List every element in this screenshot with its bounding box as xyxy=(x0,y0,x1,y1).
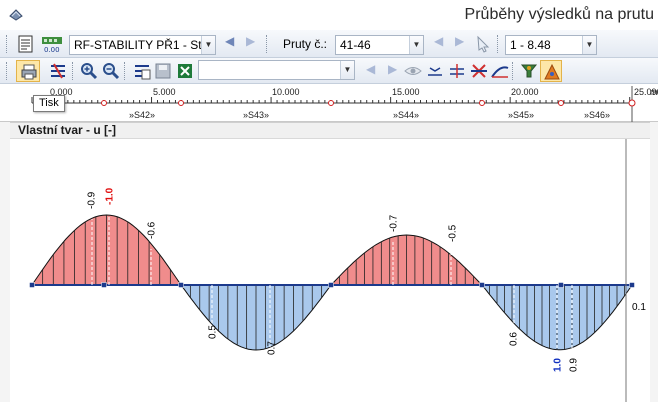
value-label: -0.6 xyxy=(147,221,158,239)
member-ruler[interactable]: 0.0005.00010.00015.00020.00025.096m»S42»… xyxy=(0,84,658,122)
toolbar-grip[interactable] xyxy=(266,35,269,53)
results-icon xyxy=(544,63,560,80)
eye-icon[interactable] xyxy=(404,62,422,80)
printer-icon xyxy=(21,64,37,80)
member-label: »S46» xyxy=(584,110,610,120)
ruler-unit-label: m xyxy=(650,87,658,97)
toolbar-grip[interactable] xyxy=(72,62,75,80)
ruler-tick-label: 15.000 xyxy=(392,87,420,97)
node-square xyxy=(328,282,334,288)
value-label: -1.0 xyxy=(105,187,116,205)
member-label: »S43» xyxy=(243,110,269,120)
toolbar-grip[interactable] xyxy=(497,35,500,53)
toolbar-grip[interactable] xyxy=(6,35,9,53)
print-button[interactable] xyxy=(16,60,40,82)
mode-shape-graphic: -0.9 -1.0 -0.6 0.5 0.7 -0.7 -0.5 0.6 1.0 0.9 xyxy=(29,139,635,402)
svg-text:0.00: 0.00 xyxy=(44,46,60,53)
toolbar-grip[interactable] xyxy=(124,62,127,80)
ruler-tick-label: 20.000 xyxy=(511,87,539,97)
toolbar-display: ▼ ◀ ▶ xyxy=(0,58,658,84)
node-marker xyxy=(479,100,485,106)
zoom-in-icon[interactable] xyxy=(80,62,98,80)
value-label: 1.0 xyxy=(553,358,564,372)
node-square xyxy=(101,282,107,288)
display-options-combo[interactable]: ▼ xyxy=(198,60,355,80)
value-label: -0.5 xyxy=(448,224,459,242)
ruler-tick-label: 10.000 xyxy=(272,87,300,97)
value-label: -0.9 xyxy=(87,191,98,209)
members-label: Pruty č.: xyxy=(283,37,328,51)
toolbar-grip[interactable] xyxy=(6,62,9,80)
value-label: 0.7 xyxy=(267,341,278,355)
chevron-down-icon[interactable]: ▼ xyxy=(340,61,354,79)
ruler-graphic: 0.0005.00010.00015.00020.00025.096m»S42»… xyxy=(31,86,658,122)
location-combo[interactable]: 1 - 8.48 ▼ xyxy=(505,35,597,55)
end-value-label: 0.1 xyxy=(632,302,646,313)
load-case-value: RF-STABILITY PŘ1 - Stabili xyxy=(74,38,216,52)
member-label: »S45» xyxy=(508,110,534,120)
title-bar: Průběhy výsledků na prutu xyxy=(0,0,658,30)
node-square xyxy=(29,282,35,288)
value-label: 0.5 xyxy=(208,325,219,339)
node-square xyxy=(178,282,184,288)
member-label: »S44» xyxy=(393,110,419,120)
extreme-values-icon[interactable] xyxy=(448,62,466,80)
node-marker xyxy=(178,100,184,106)
app-icon xyxy=(9,9,23,21)
next-member-button[interactable]: ▶ xyxy=(455,34,464,48)
export-graphic-icon[interactable] xyxy=(133,62,151,80)
chevron-down-icon[interactable]: ▼ xyxy=(582,36,596,54)
zoom-out-icon[interactable] xyxy=(102,62,120,80)
node-marker xyxy=(328,100,334,106)
value-label: -0.7 xyxy=(389,214,400,232)
result-diagram[interactable]: -0.9 -1.0 -0.6 0.5 0.7 -0.7 -0.5 0.6 1.0 0.9 xyxy=(0,139,658,402)
node-square xyxy=(558,282,564,288)
excel-export-icon[interactable] xyxy=(176,62,194,80)
member-label: »S42» xyxy=(129,110,155,120)
node-marker xyxy=(101,100,107,106)
members-value: 41-46 xyxy=(340,38,371,52)
ruler-tick-label: 5.000 xyxy=(153,87,176,97)
member-display-icon[interactable] xyxy=(49,62,67,80)
previous-member-button[interactable]: ◀ xyxy=(434,34,443,48)
toolbar-results: 0.00 RF-STABILITY PŘ1 - Stabili ▼ ◀ ▶ Pr… xyxy=(0,30,658,58)
max-values-icon[interactable] xyxy=(426,62,444,80)
node-square xyxy=(629,282,635,288)
show-results-button[interactable] xyxy=(540,60,562,82)
chevron-down-icon[interactable]: ▼ xyxy=(201,36,215,54)
table-icon[interactable] xyxy=(17,35,35,53)
window-title: Průběhy výsledků na prutu xyxy=(464,6,654,23)
save-icon[interactable] xyxy=(154,62,172,80)
previous-button[interactable]: ◀ xyxy=(366,62,375,76)
node-marker xyxy=(558,100,564,106)
diagram-header: Vlastní tvar - u [-] xyxy=(10,122,650,139)
print-tooltip: Tisk xyxy=(33,95,65,112)
value-label: 0.9 xyxy=(569,358,580,372)
toolbar-grip[interactable] xyxy=(512,62,515,80)
load-case-combo[interactable]: RF-STABILITY PŘ1 - Stabili ▼ xyxy=(69,35,216,55)
filter-icon[interactable] xyxy=(520,62,538,80)
value-label: 0.6 xyxy=(509,332,520,346)
pick-member-icon[interactable] xyxy=(474,35,492,53)
next-button[interactable]: ▶ xyxy=(388,62,397,76)
values-icon[interactable]: 0.00 xyxy=(41,35,63,53)
node-square xyxy=(479,282,485,288)
location-value: 1 - 8.48 xyxy=(510,38,551,52)
position-cursor-marker xyxy=(628,99,636,107)
members-combo[interactable]: 41-46 ▼ xyxy=(335,35,424,55)
cross-section-icon[interactable] xyxy=(470,62,488,80)
next-case-button[interactable]: ▶ xyxy=(246,34,255,48)
chevron-down-icon[interactable]: ▼ xyxy=(409,36,423,54)
smooth-icon[interactable] xyxy=(491,62,509,80)
previous-case-button[interactable]: ◀ xyxy=(225,34,234,48)
